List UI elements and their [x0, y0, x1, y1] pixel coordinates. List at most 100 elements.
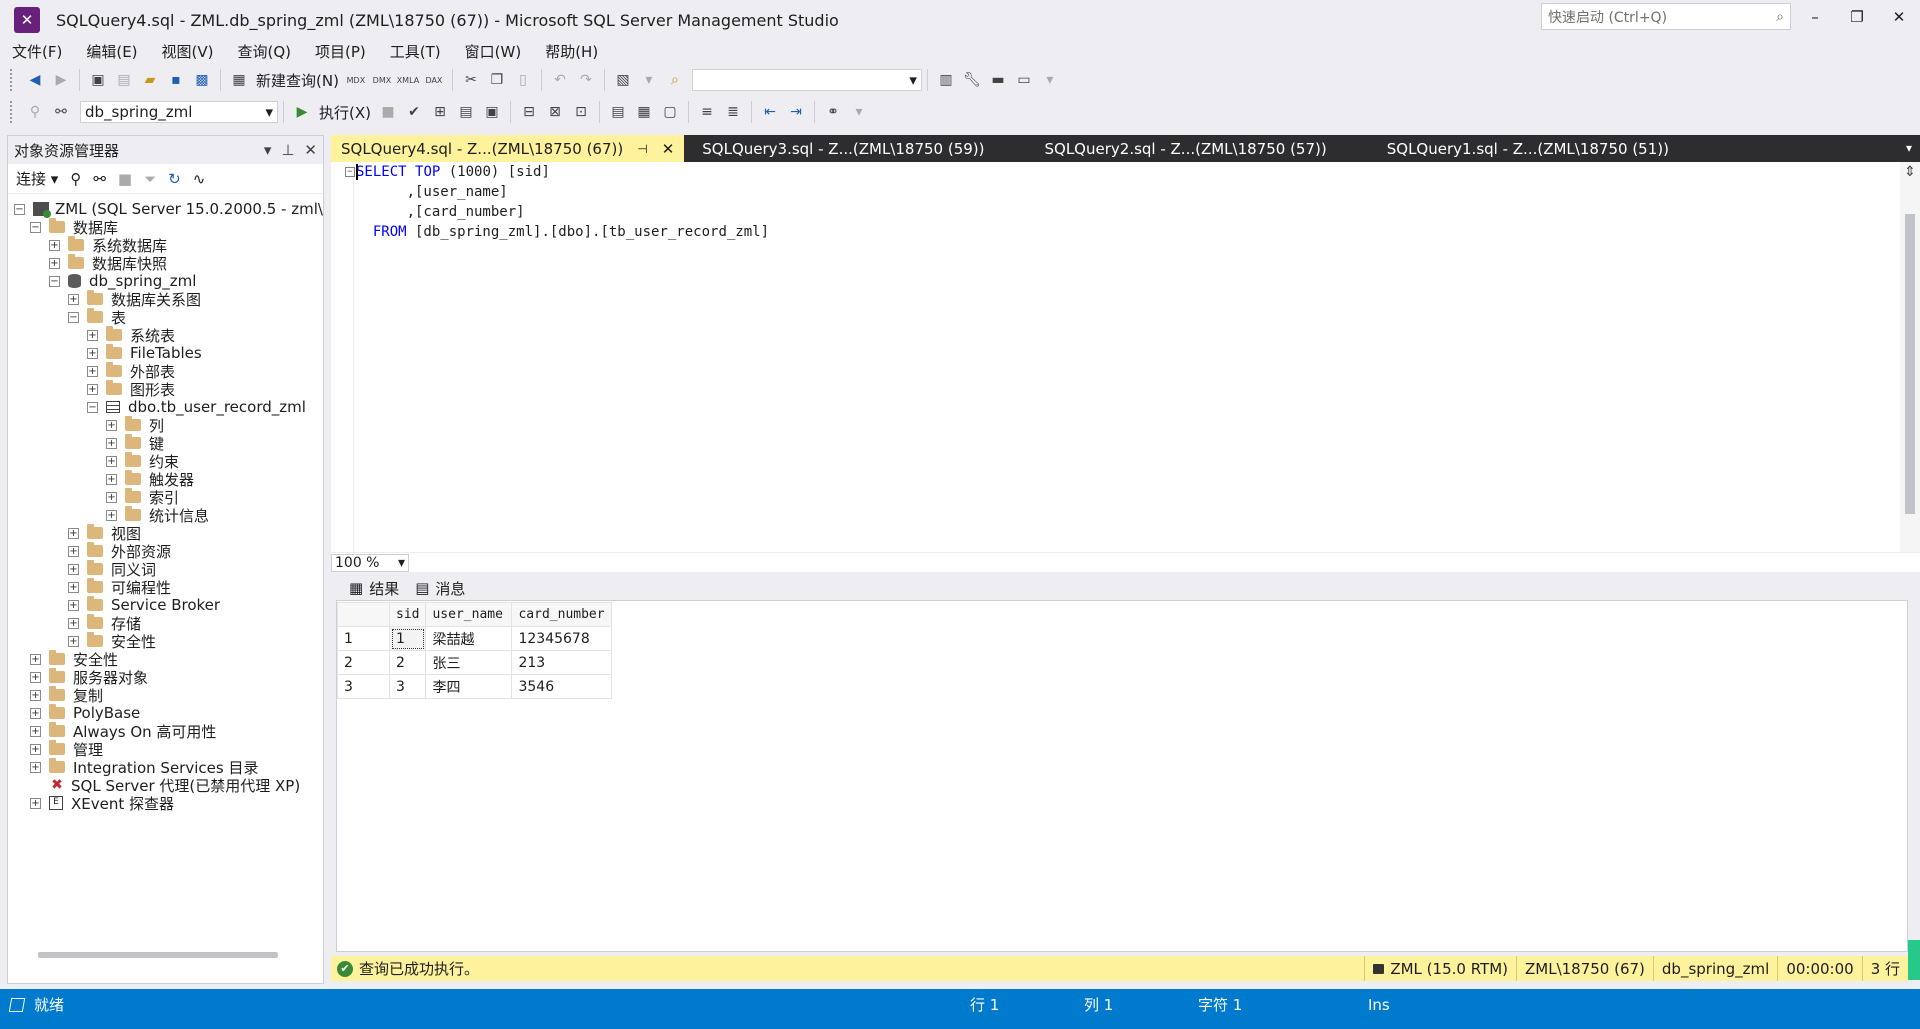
- find-combo[interactable]: ▾: [691, 69, 922, 91]
- client-stats-icon[interactable]: ⊡: [570, 101, 592, 123]
- uncomment-icon[interactable]: ≣: [722, 101, 744, 123]
- expand-icon[interactable]: +: [68, 293, 79, 305]
- menu-window[interactable]: 窗口(W): [453, 40, 534, 64]
- xmla-query-icon[interactable]: XMLA: [397, 69, 420, 91]
- tab-sqlquery1[interactable]: SQLQuery1.sql - Z...(ZML\18750 (51)): [1377, 135, 1679, 162]
- menu-help[interactable]: 帮助(H): [533, 40, 610, 64]
- expand-icon[interactable]: +: [49, 257, 60, 269]
- disconnect-icon[interactable]: ⚯: [93, 170, 106, 188]
- comment-out-icon[interactable]: ≡: [696, 101, 718, 123]
- tab-sqlquery4[interactable]: SQLQuery4.sql - Z...(ZML\18750 (67)) ⊣ ✕: [331, 135, 685, 162]
- menu-project[interactable]: 项目(P): [303, 40, 378, 64]
- grid-cell[interactable]: 213: [511, 650, 613, 675]
- expand-icon[interactable]: +: [30, 689, 41, 701]
- connect-dropdown[interactable]: 连接 ▾: [16, 168, 58, 189]
- toolbar-overflow-icon[interactable]: ▾: [848, 101, 870, 123]
- expand-icon[interactable]: +: [87, 329, 98, 341]
- filter-icon[interactable]: ⏷: [144, 170, 156, 188]
- redo-icon[interactable]: ↷: [575, 69, 597, 91]
- close-icon[interactable]: ✕: [304, 141, 317, 159]
- collapse-icon[interactable]: −: [14, 203, 25, 215]
- collapse-icon[interactable]: −: [345, 167, 355, 177]
- tab-list-dropdown-icon[interactable]: ▾: [1906, 141, 1912, 155]
- tab-sqlquery3[interactable]: SQLQuery3.sql - Z...(ZML\18750 (59)): [692, 135, 994, 162]
- find-icon[interactable]: ⌕: [664, 69, 686, 91]
- column-header[interactable]: sid: [388, 602, 427, 627]
- new-query-button[interactable]: 新建查询(N): [256, 70, 339, 91]
- toolbox-icon[interactable]: ▬: [987, 69, 1009, 91]
- forward-icon[interactable]: ▶: [50, 69, 72, 91]
- refresh-icon[interactable]: ↻: [168, 170, 181, 188]
- cut-icon[interactable]: ✂: [460, 69, 482, 91]
- expand-icon[interactable]: +: [87, 347, 98, 359]
- undo-icon[interactable]: ↶: [549, 69, 571, 91]
- grid-cell[interactable]: 李四: [425, 674, 513, 699]
- toolbar-overflow-icon[interactable]: ▾: [1039, 69, 1061, 91]
- intellisense-icon[interactable]: ▣: [481, 101, 503, 123]
- expand-icon[interactable]: +: [30, 725, 41, 737]
- collapse-icon[interactable]: −: [87, 401, 98, 413]
- grid-cell[interactable]: 3: [388, 674, 427, 699]
- restore-button[interactable]: ❐: [1844, 8, 1870, 30]
- column-header[interactable]: user_name: [425, 602, 513, 627]
- expand-icon[interactable]: +: [30, 707, 41, 719]
- expand-icon[interactable]: +: [68, 527, 79, 539]
- collapse-icon[interactable]: −: [68, 311, 79, 323]
- expand-icon[interactable]: +: [106, 419, 117, 431]
- toolbar-grip[interactable]: [10, 69, 14, 91]
- execute-button[interactable]: 执行(X): [319, 102, 371, 123]
- dmx-query-icon[interactable]: DMX: [371, 69, 393, 91]
- mdx-query-icon[interactable]: MDX: [345, 69, 367, 91]
- database-select[interactable]: db_spring_zml ▾: [80, 101, 278, 123]
- editor-vertical-scrollbar[interactable]: ⇕: [1900, 162, 1920, 552]
- minimize-button[interactable]: –: [1802, 8, 1828, 30]
- tab-results[interactable]: ▦ 结果: [341, 576, 408, 600]
- results-to-file-icon[interactable]: ▢: [659, 101, 681, 123]
- activity-monitor-icon[interactable]: ∿: [193, 170, 206, 188]
- scroll-thumb[interactable]: [1905, 214, 1915, 514]
- expand-icon[interactable]: +: [30, 761, 41, 773]
- expand-icon[interactable]: +: [68, 617, 79, 629]
- paste-icon[interactable]: ▯: [512, 69, 534, 91]
- expand-icon[interactable]: +: [106, 455, 117, 467]
- decrease-indent-icon[interactable]: ⇤: [759, 101, 781, 123]
- open-file-icon[interactable]: ▰: [139, 69, 161, 91]
- properties-wrench-icon[interactable]: 🔧︎: [961, 69, 983, 91]
- live-stats-icon[interactable]: ⊠: [544, 101, 566, 123]
- increase-indent-icon[interactable]: ⇥: [785, 101, 807, 123]
- menu-tools[interactable]: 工具(T): [378, 40, 453, 64]
- expand-icon[interactable]: +: [30, 653, 41, 665]
- back-icon[interactable]: ◀: [24, 69, 46, 91]
- results-to-text-icon[interactable]: ▤: [607, 101, 629, 123]
- expand-icon[interactable]: +: [106, 437, 117, 449]
- expand-icon[interactable]: +: [106, 509, 117, 521]
- tree-node-xevent-profiler[interactable]: + E XEvent 探查器: [30, 792, 174, 814]
- row-number[interactable]: 3: [337, 674, 390, 699]
- results-to-grid-icon[interactable]: ▦: [633, 101, 655, 123]
- split-view-icon[interactable]: ⇕: [1901, 164, 1919, 182]
- include-plan-icon[interactable]: ⊟: [518, 101, 540, 123]
- column-header[interactable]: card_number: [511, 602, 613, 627]
- add-item-icon[interactable]: ▤: [113, 69, 135, 91]
- zoom-select[interactable]: 100 % ▾: [331, 553, 409, 572]
- grid-cell[interactable]: 2: [388, 650, 427, 675]
- grid-cell[interactable]: 12345678: [511, 626, 613, 651]
- expand-icon[interactable]: +: [68, 545, 79, 557]
- new-project-icon[interactable]: ▣: [87, 69, 109, 91]
- execute-icon[interactable]: ▶: [291, 101, 313, 123]
- expand-icon[interactable]: +: [49, 239, 60, 251]
- new-query-icon[interactable]: ▦: [228, 69, 250, 91]
- toolbar-grip[interactable]: [10, 101, 14, 123]
- cancel-query-icon[interactable]: ■: [377, 101, 399, 123]
- row-number[interactable]: 2: [337, 650, 390, 675]
- save-icon[interactable]: ▪: [165, 69, 187, 91]
- grid-cell[interactable]: 梁喆越: [425, 626, 513, 651]
- horizontal-scrollbar[interactable]: [38, 952, 278, 958]
- expand-icon[interactable]: +: [106, 491, 117, 503]
- grid-cell[interactable]: 张三: [425, 650, 513, 675]
- query-options-icon[interactable]: ▤: [455, 101, 477, 123]
- connect-icon[interactable]: ⚲: [24, 101, 46, 123]
- close-button[interactable]: ✕: [1886, 8, 1912, 30]
- expand-icon[interactable]: +: [68, 581, 79, 593]
- expand-icon[interactable]: +: [106, 473, 117, 485]
